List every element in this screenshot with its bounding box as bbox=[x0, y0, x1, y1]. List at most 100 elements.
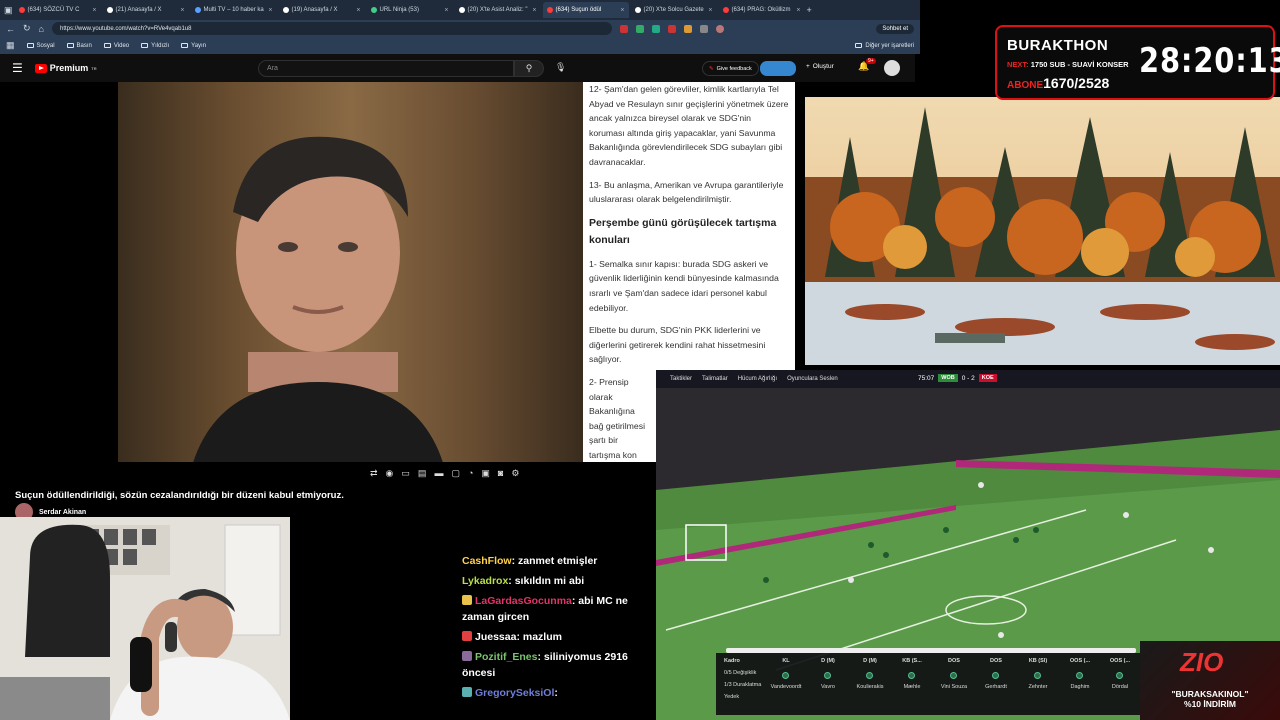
bookmark-folder[interactable]: Video bbox=[103, 43, 129, 49]
menu-shout[interactable]: Oyunculara Seslen bbox=[787, 376, 838, 382]
audio-icon[interactable]: ◉ bbox=[386, 468, 394, 479]
tab-favicon bbox=[194, 7, 201, 13]
playlist-icon[interactable]: ▤ bbox=[418, 468, 427, 479]
extension-icon[interactable] bbox=[699, 24, 708, 33]
browser-tab[interactable]: (19) Anasayfa / X × bbox=[279, 2, 365, 18]
screenshot-icon[interactable]: ▣ bbox=[481, 468, 490, 479]
bookmark-folder[interactable]: Sosyal bbox=[26, 43, 55, 49]
extension-icon[interactable] bbox=[635, 24, 644, 33]
chat-button[interactable]: Sohbet et bbox=[876, 23, 914, 34]
tab-close-icon[interactable]: × bbox=[356, 7, 360, 14]
player-slot[interactable]: KL Vandevoordt bbox=[766, 658, 806, 690]
tab-close-icon[interactable]: × bbox=[620, 7, 624, 14]
bookmark-folder[interactable]: Basın bbox=[66, 43, 92, 49]
menu-icon[interactable]: ☰ bbox=[12, 61, 23, 75]
back-icon[interactable]: ← bbox=[6, 24, 15, 34]
browser-tab[interactable]: (21) Anasayfa / X × bbox=[103, 2, 189, 18]
speed-icon[interactable]: ◔ bbox=[468, 468, 473, 478]
article-paragraph: 13- Bu anlaşma, Amerikan ve Avrupa garan… bbox=[589, 179, 784, 205]
tab-close-icon[interactable]: × bbox=[444, 7, 448, 14]
menu-tactics[interactable]: Taktikler bbox=[670, 376, 692, 382]
channel-name[interactable]: Serdar Akinan bbox=[39, 509, 86, 516]
browser-tab[interactable]: URL Ninja (53) × bbox=[367, 2, 453, 18]
menu-instructions[interactable]: Talimatlar bbox=[702, 376, 728, 382]
bench-label[interactable]: Yedek bbox=[724, 694, 762, 700]
plus-icon: + bbox=[806, 63, 810, 70]
extension-icon[interactable] bbox=[667, 24, 676, 33]
url-input[interactable]: https://www.youtube.com/watch?v=RVe4vqab… bbox=[51, 22, 612, 35]
squad-label[interactable]: Kadro bbox=[724, 658, 762, 664]
search-input[interactable]: Ara bbox=[258, 60, 514, 77]
squad-panel: Kadro 0/5 Değişiklik 1/3 Duraklatma Yede… bbox=[716, 653, 1140, 715]
tab-close-icon[interactable]: × bbox=[92, 7, 96, 14]
chat-badge-icon bbox=[462, 687, 472, 697]
browser-tab[interactable]: (634) SÖZCÜ TV C × bbox=[15, 2, 101, 18]
browser-tab[interactable]: (634) PRAG: Oküllizm × bbox=[719, 2, 805, 18]
youtube-play-icon bbox=[34, 63, 47, 73]
player-slot[interactable]: OOS (... Dördal bbox=[1100, 658, 1140, 690]
tab-close-icon[interactable]: × bbox=[532, 7, 536, 14]
player-dot bbox=[866, 672, 873, 679]
new-tab-icon[interactable]: + bbox=[807, 5, 812, 15]
chat-username[interactable]: CashFlow bbox=[462, 555, 512, 567]
loop-icon[interactable]: ⇄ bbox=[370, 468, 378, 479]
browser-tab[interactable]: (20) X'te Solcu Gazete × bbox=[631, 2, 717, 18]
reload-icon[interactable]: ↻ bbox=[23, 23, 31, 34]
folder-icon bbox=[181, 43, 189, 48]
article-heading: Perşembe günü görüşülecek tartışma konul… bbox=[589, 216, 777, 246]
subathon-title: BURAKTHON bbox=[1007, 37, 1109, 54]
profile-icon[interactable] bbox=[715, 24, 724, 33]
give-feedback-button[interactable]: ✎ Give feedback bbox=[702, 61, 759, 76]
extension-icon[interactable] bbox=[619, 24, 628, 33]
home-icon[interactable]: ⌂ bbox=[39, 24, 44, 34]
apps-icon[interactable]: ▦ bbox=[6, 40, 15, 51]
subathon-overlay: BURAKTHON NEXT: 1750 SUB - SUAVİ KONSER … bbox=[995, 25, 1280, 100]
chat-username[interactable]: Juessaa bbox=[475, 631, 516, 643]
player-slot[interactable]: DOS Gerhardt bbox=[976, 658, 1016, 690]
tab-close-icon[interactable]: × bbox=[708, 7, 712, 14]
create-button[interactable]: + Oluştur bbox=[806, 63, 834, 70]
home-team: WOB bbox=[938, 374, 958, 382]
browser-tab[interactable]: (20) X'te Asist Analiz: " × bbox=[455, 2, 541, 18]
tab-close-icon[interactable]: × bbox=[796, 7, 800, 14]
player-slot[interactable]: D (M) Vavro bbox=[808, 658, 848, 690]
article-paragraph: 2- Prensip olarak Bakanlığına bağ getiri… bbox=[589, 376, 646, 460]
presenter-figure bbox=[193, 136, 443, 462]
player-slot[interactable]: KB (S... Mæhle bbox=[892, 658, 932, 690]
away-team: KOE bbox=[978, 374, 997, 382]
folder-icon bbox=[66, 43, 74, 48]
camera-icon[interactable]: ◙ bbox=[498, 468, 503, 478]
player-slot[interactable]: DOS Vini Souza bbox=[934, 658, 974, 690]
search-icon[interactable]: ⚲ bbox=[514, 60, 544, 77]
youtube-logo[interactable]: Premium TR bbox=[34, 63, 97, 73]
settings-icon[interactable]: ⚙ bbox=[511, 468, 519, 479]
chat-username[interactable]: LaGardasGocunma bbox=[475, 595, 572, 607]
microphone-icon[interactable]: 🎙 bbox=[555, 62, 566, 73]
menu-mentality[interactable]: Hücum Ağırlığı bbox=[738, 376, 777, 382]
browser-tab[interactable]: Multi TV – 10 haber ka × bbox=[191, 2, 277, 18]
chat-username[interactable]: Lykadrox bbox=[462, 575, 508, 587]
chat-username[interactable]: GregorySeksiOl bbox=[475, 687, 554, 699]
other-bookmarks[interactable]: Diğer yer işaretleri bbox=[855, 43, 914, 49]
extension-toggle[interactable] bbox=[760, 61, 796, 76]
player-dot bbox=[1076, 672, 1083, 679]
fullscreen-icon[interactable]: ▢ bbox=[451, 468, 460, 479]
extension-icon[interactable] bbox=[651, 24, 660, 33]
miniplayer-icon[interactable]: ▭ bbox=[401, 468, 410, 479]
player-slot[interactable]: OOS (... Daghim bbox=[1060, 658, 1100, 690]
subscriber-count: ABONE1670/2528 bbox=[1007, 75, 1110, 91]
tab-actions-icon[interactable]: ▣ bbox=[4, 5, 13, 16]
theater-icon[interactable]: ▬ bbox=[434, 468, 443, 478]
tab-close-icon[interactable]: × bbox=[180, 7, 184, 14]
player-slot[interactable]: D (M) Koulierakis bbox=[850, 658, 890, 690]
browser-tab-active[interactable]: (634) Suçun ödül × bbox=[542, 2, 629, 18]
tab-close-icon[interactable]: × bbox=[268, 7, 272, 14]
player-slot[interactable]: KB (Sl) Zehnter bbox=[1018, 658, 1058, 690]
article-paragraph: 12- Şam'dan gelen görevliler, kimlik kar… bbox=[589, 84, 789, 167]
chat-text: zanmet etmişler bbox=[518, 555, 598, 567]
account-avatar[interactable] bbox=[884, 60, 900, 76]
chat-username[interactable]: Pozitif_Enes bbox=[475, 651, 537, 663]
bookmark-folder[interactable]: Yıldızlı bbox=[141, 43, 169, 49]
bookmark-folder[interactable]: Yayın bbox=[181, 43, 206, 49]
extension-icon[interactable] bbox=[683, 24, 692, 33]
